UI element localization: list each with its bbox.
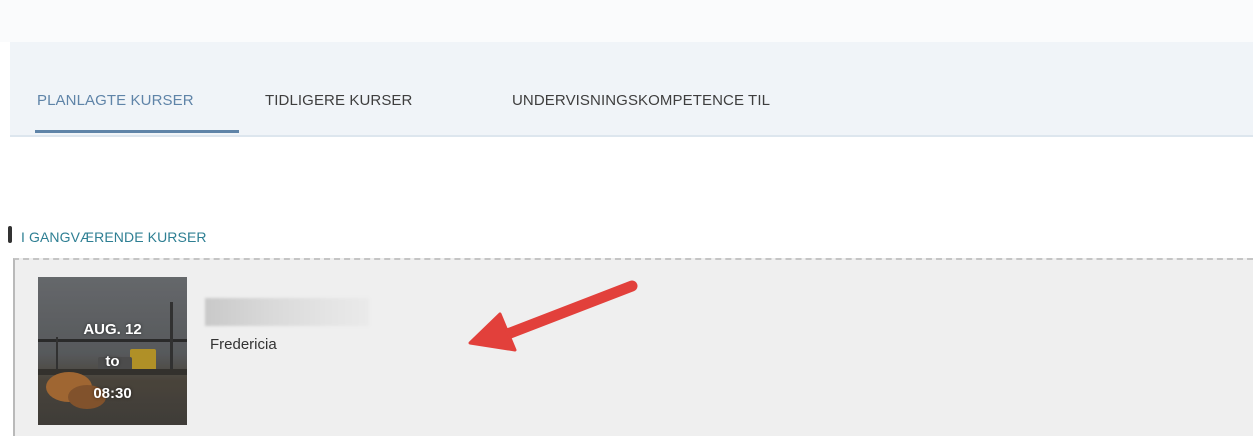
course-name-redacted [205, 298, 369, 326]
section-marker [8, 226, 12, 243]
course-time: 08:30 [93, 385, 132, 402]
tab-planlagte-kurser[interactable]: PLANLAGTE KURSER [37, 92, 194, 109]
course-date-separator: to [105, 353, 120, 370]
course-location: Fredericia [210, 336, 277, 353]
active-tab-indicator [35, 130, 239, 133]
course-date: AUG. 12 [83, 321, 142, 338]
thumb-overlay [38, 277, 187, 425]
section-title: I GANGVÆRENDE KURSER [21, 229, 207, 245]
tab-bar: PLANLAGTE KURSER TIDLIGERE KURSER UNDERV… [10, 42, 1253, 137]
tab-undervisningskompetence[interactable]: UNDERVISNINGSKOMPETENCE TIL [512, 92, 770, 109]
course-card[interactable]: AUG. 12 to 08:30 Fredericia [13, 258, 1253, 436]
top-strip [0, 0, 1253, 42]
course-thumbnail[interactable]: AUG. 12 to 08:30 [38, 277, 187, 425]
tab-tidligere-kurser[interactable]: TIDLIGERE KURSER [265, 92, 412, 109]
